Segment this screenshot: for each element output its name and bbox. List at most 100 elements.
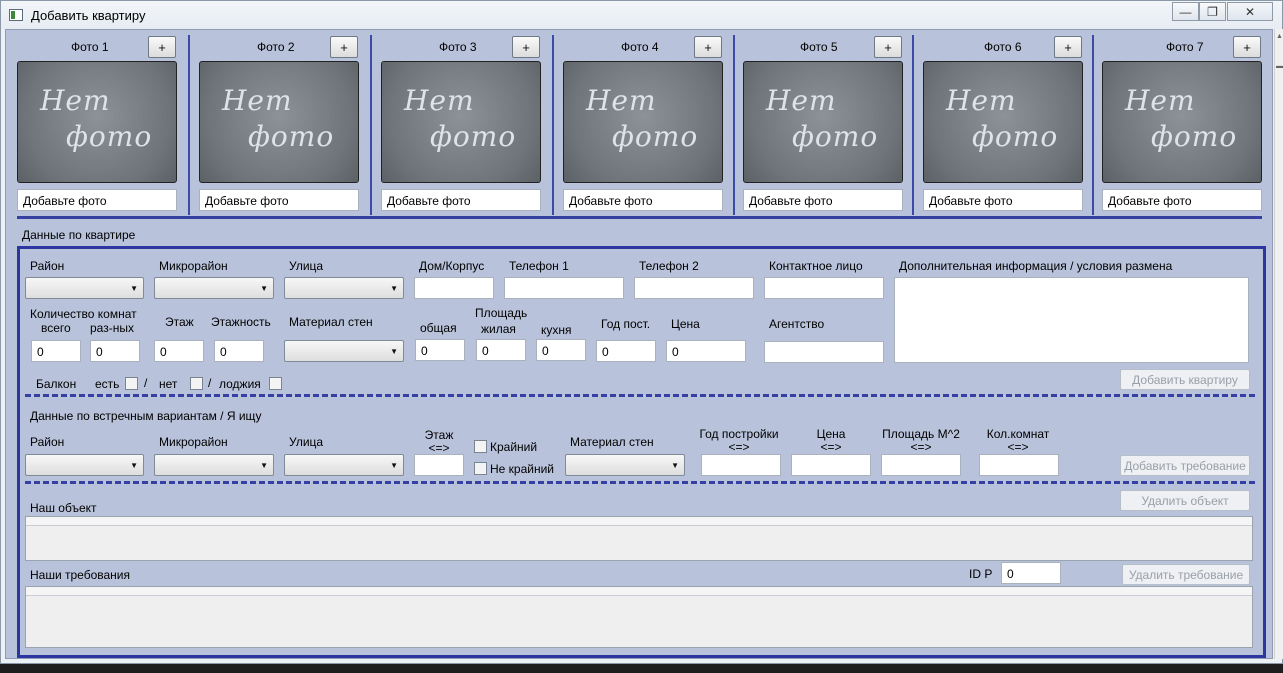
rooms-separate-input[interactable]: 0 bbox=[90, 340, 140, 362]
balcony-yes-checkbox[interactable] bbox=[125, 377, 138, 390]
agency-label: Агентство bbox=[769, 317, 825, 331]
phone2-input[interactable] bbox=[634, 277, 754, 299]
photo-divider bbox=[370, 35, 372, 215]
add-apartment-button[interactable]: Добавить квартиру bbox=[1120, 369, 1250, 390]
street-combo[interactable]: ▼ bbox=[284, 277, 404, 299]
photo-caption-field[interactable]: Добавьте фото bbox=[17, 189, 177, 211]
req-microdistrict-label: Микрорайон bbox=[159, 435, 228, 449]
photo-placeholder-image[interactable]: Нет фото bbox=[1102, 61, 1262, 183]
placeholder-text: фото bbox=[972, 120, 1059, 153]
delete-object-button[interactable]: Удалить объект bbox=[1120, 490, 1250, 511]
house-input[interactable] bbox=[414, 277, 494, 299]
req-wall-material-label: Материал стен bbox=[570, 435, 654, 449]
not-edge-floor-checkbox[interactable] bbox=[474, 462, 487, 475]
req-district-combo[interactable]: ▼ bbox=[25, 454, 144, 476]
id-input[interactable]: 0 bbox=[1001, 562, 1061, 584]
area-living-input[interactable]: 0 bbox=[476, 339, 526, 361]
placeholder-text: Нет bbox=[222, 84, 293, 117]
photo-label: Фото 1 bbox=[71, 40, 109, 54]
balcony-no-checkbox[interactable] bbox=[190, 377, 203, 390]
agency-input[interactable] bbox=[764, 341, 884, 363]
req-year-range-label: <=> bbox=[728, 440, 750, 454]
add-photo-button[interactable]: + bbox=[148, 36, 176, 58]
our-requirements-label: Наши требования bbox=[30, 568, 131, 582]
our-object-grid[interactable] bbox=[25, 516, 1253, 561]
loggia-label: лоджия bbox=[219, 377, 261, 391]
edge-floor-checkbox[interactable] bbox=[474, 440, 487, 453]
delete-requirement-button[interactable]: Удалить требование bbox=[1122, 564, 1250, 585]
phone1-label: Телефон 1 bbox=[509, 259, 569, 273]
area-kitchen-input[interactable]: 0 bbox=[536, 339, 586, 361]
photo-caption-field[interactable]: Добавьте фото bbox=[563, 189, 723, 211]
placeholder-text: Нет bbox=[946, 84, 1017, 117]
add-photo-button[interactable]: + bbox=[512, 36, 540, 58]
photo-label: Фото 6 bbox=[984, 40, 1022, 54]
req-floor-input[interactable] bbox=[414, 454, 464, 476]
area-living-label: жилая bbox=[481, 322, 516, 336]
dashed-separator bbox=[25, 394, 1255, 397]
photo-caption-field[interactable]: Добавьте фото bbox=[923, 189, 1083, 211]
placeholder-text: Нет bbox=[40, 84, 111, 117]
req-street-label: Улица bbox=[289, 435, 324, 449]
add-photo-button[interactable]: + bbox=[1054, 36, 1082, 58]
contact-input[interactable] bbox=[764, 277, 884, 299]
extra-info-textarea[interactable] bbox=[894, 277, 1249, 363]
balcony-no-label: нет bbox=[159, 377, 178, 391]
photo-placeholder-image[interactable]: Нет фото bbox=[563, 61, 723, 183]
chevron-down-icon: ▼ bbox=[390, 284, 398, 293]
req-street-combo[interactable]: ▼ bbox=[284, 454, 404, 476]
rooms-total-input[interactable]: 0 bbox=[31, 340, 81, 362]
street-label: Улица bbox=[289, 259, 324, 273]
add-photo-button[interactable]: + bbox=[330, 36, 358, 58]
floor-label: Этаж bbox=[165, 315, 194, 329]
add-requirement-button[interactable]: Добавить требование bbox=[1120, 455, 1250, 476]
photo-caption-field[interactable]: Добавьте фото bbox=[1102, 189, 1262, 211]
req-microdistrict-combo[interactable]: ▼ bbox=[154, 454, 274, 476]
add-photo-button[interactable]: + bbox=[874, 36, 902, 58]
req-year-built-input[interactable] bbox=[701, 454, 781, 476]
loggia-checkbox[interactable] bbox=[269, 377, 282, 390]
restore-button[interactable]: ❐ bbox=[1199, 2, 1226, 21]
photo-divider bbox=[733, 35, 735, 215]
vertical-scrollbar[interactable]: ▲ ▬ bbox=[1274, 29, 1283, 659]
floors-input[interactable]: 0 bbox=[214, 340, 264, 362]
minimize-button[interactable]: — bbox=[1172, 2, 1199, 21]
phone1-input[interactable] bbox=[504, 277, 624, 299]
photo-caption-field[interactable]: Добавьте фото bbox=[381, 189, 541, 211]
our-object-label: Наш объект bbox=[30, 501, 97, 515]
req-district-label: Район bbox=[30, 435, 65, 449]
chevron-down-icon: ▼ bbox=[130, 461, 138, 470]
floor-input[interactable]: 0 bbox=[154, 340, 204, 362]
chevron-down-icon: ▼ bbox=[130, 284, 138, 293]
photo-placeholder-image[interactable]: Нет фото bbox=[17, 61, 177, 183]
photo-placeholder-image[interactable]: Нет фото bbox=[199, 61, 359, 183]
photo-caption-field[interactable]: Добавьте фото bbox=[199, 189, 359, 211]
district-combo[interactable]: ▼ bbox=[25, 277, 144, 299]
microdistrict-combo[interactable]: ▼ bbox=[154, 277, 274, 299]
year-built-input[interactable]: 0 bbox=[596, 340, 656, 362]
close-button[interactable]: ✕ bbox=[1227, 2, 1273, 21]
req-price-input[interactable] bbox=[791, 454, 871, 476]
our-requirements-grid[interactable] bbox=[25, 586, 1253, 648]
window-title: Добавить квартиру bbox=[31, 8, 146, 23]
req-area-input[interactable] bbox=[881, 454, 961, 476]
photo-label: Фото 4 bbox=[621, 40, 659, 54]
wall-material-combo[interactable]: ▼ bbox=[284, 340, 404, 362]
price-input[interactable]: 0 bbox=[666, 340, 746, 362]
req-rooms-input[interactable] bbox=[979, 454, 1059, 476]
photo-caption-field[interactable]: Добавьте фото bbox=[743, 189, 903, 211]
area-total-input[interactable]: 0 bbox=[415, 339, 465, 361]
scroll-up-icon[interactable]: ▲ bbox=[1276, 33, 1283, 40]
add-photo-button[interactable]: + bbox=[694, 36, 722, 58]
title-bar[interactable]: Добавить квартиру — ❐ ✕ bbox=[1, 1, 1282, 29]
photo-label: Фото 3 bbox=[439, 40, 477, 54]
req-wall-material-combo[interactable]: ▼ bbox=[565, 454, 685, 476]
photo-placeholder-image[interactable]: Нет фото bbox=[923, 61, 1083, 183]
photo-placeholder-image[interactable]: Нет фото bbox=[743, 61, 903, 183]
photo-placeholder-image[interactable]: Нет фото bbox=[381, 61, 541, 183]
add-photo-button[interactable]: + bbox=[1233, 36, 1261, 58]
slash-text: / bbox=[208, 376, 212, 390]
area-kitchen-label: кухня bbox=[541, 323, 572, 337]
req-area-range-label: <=> bbox=[910, 440, 932, 454]
req-floor-range-label: <=> bbox=[428, 441, 450, 455]
